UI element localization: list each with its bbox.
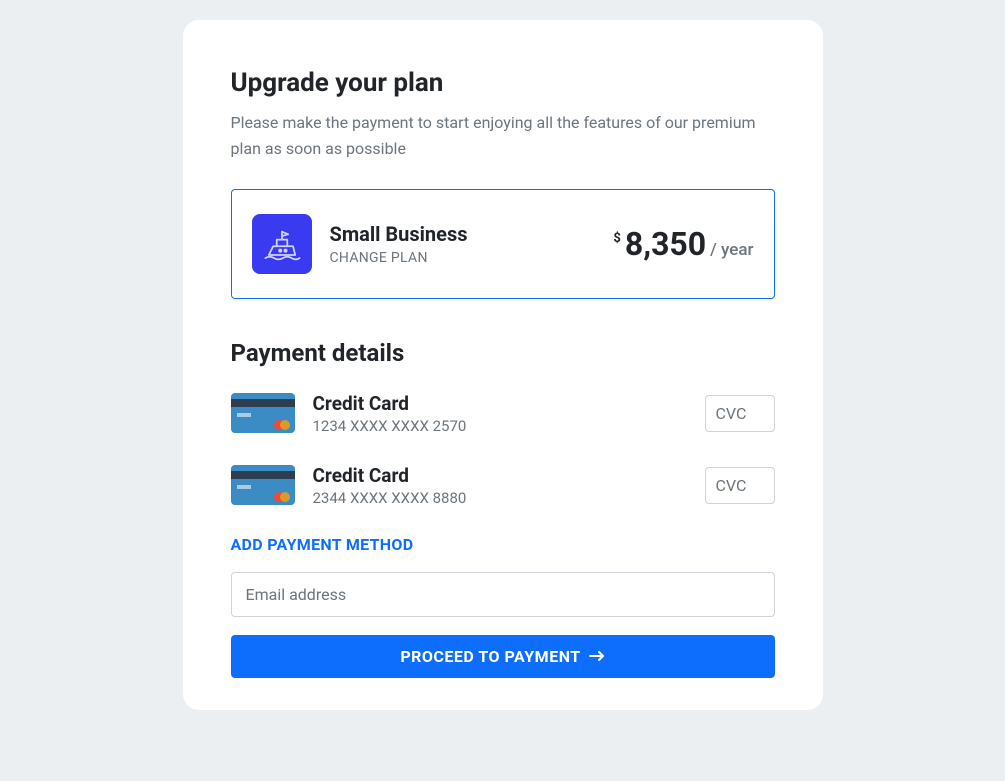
proceed-button-label: PROCEED TO PAYMENT [400, 647, 580, 666]
payment-section-title: Payment details [231, 339, 775, 367]
upgrade-card: Upgrade your plan Please make the paymen… [183, 20, 823, 710]
cvc-input[interactable] [705, 395, 775, 432]
plan-info: Small Business CHANGE PLAN [330, 222, 468, 266]
email-field[interactable] [231, 572, 775, 617]
payment-info: Credit Card 1234 XXXX XXXX 2570 [313, 392, 467, 435]
payment-method-label: Credit Card [313, 392, 467, 415]
payment-method-number: 2344 XXXX XXXX 8880 [313, 489, 467, 507]
credit-card-icon [231, 463, 295, 507]
add-payment-method-button[interactable]: ADD PAYMENT METHOD [231, 535, 414, 554]
plan-box: Small Business CHANGE PLAN $ 8,350 / yea… [231, 189, 775, 299]
payment-method-row: Credit Card 1234 XXXX XXXX 2570 [231, 391, 775, 435]
arrow-right-icon [589, 647, 605, 666]
page-subtitle: Please make the payment to start enjoyin… [231, 110, 775, 161]
page-title: Upgrade your plan [231, 68, 775, 98]
payment-method-label: Credit Card [313, 464, 467, 487]
cvc-input[interactable] [705, 467, 775, 504]
ship-icon [252, 214, 312, 274]
price-period: / year [710, 240, 753, 260]
credit-card-icon [231, 391, 295, 435]
payment-method-number: 1234 XXXX XXXX 2570 [313, 417, 467, 435]
price-currency: $ [613, 231, 620, 246]
payment-method-row: Credit Card 2344 XXXX XXXX 8880 [231, 463, 775, 507]
plan-name: Small Business [330, 222, 468, 246]
proceed-to-payment-button[interactable]: PROCEED TO PAYMENT [231, 635, 775, 678]
plan-price: $ 8,350 / year [613, 225, 753, 263]
payment-info: Credit Card 2344 XXXX XXXX 8880 [313, 464, 467, 507]
change-plan-button[interactable]: CHANGE PLAN [330, 250, 468, 266]
price-amount: 8,350 [625, 225, 706, 263]
